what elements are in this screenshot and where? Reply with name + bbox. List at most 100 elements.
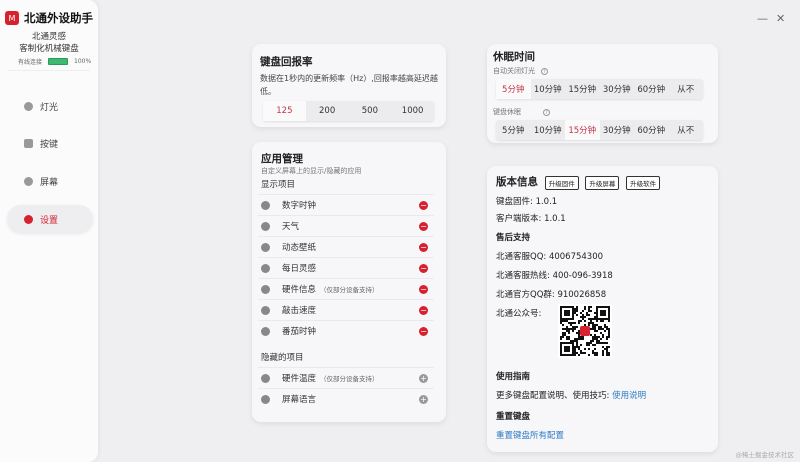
light-off-option[interactable]: 15分钟 (565, 79, 600, 99)
app-list-item: 硬件信息 （仅部分设备支持） − (258, 278, 434, 299)
app-icon (261, 263, 270, 273)
app-icon (261, 200, 270, 210)
app-label: 硬件温度 (282, 374, 317, 384)
app-label: 数字时钟 (282, 201, 317, 211)
hide-app-button[interactable]: − (419, 263, 428, 273)
report-rate-option[interactable]: 200 (306, 101, 349, 121)
sleep-card: 休眠时间 自动关闭灯光? 5分钟 10分钟 15分钟 30分钟 60分钟 从不 键盘休眠?… (487, 44, 718, 143)
battery-icon (48, 58, 69, 65)
app-list-item: 每日灵感 − (258, 257, 434, 278)
hide-app-button[interactable]: − (419, 200, 428, 210)
upgrade-software-button[interactable]: 升级软件 (626, 175, 661, 190)
label-text: 键盘休眠 (493, 108, 521, 116)
minimize-button[interactable]: — (757, 12, 768, 25)
app-label: 硬件信息 (282, 285, 317, 295)
qr-code-image (558, 304, 612, 358)
app-list-item: 屏幕语言 + (258, 388, 434, 409)
hide-app-button[interactable]: − (419, 326, 428, 336)
battery-level: 100% (74, 58, 92, 65)
report-rate-title: 键盘回报率 (260, 56, 313, 68)
report-rate-option[interactable]: 500 (349, 101, 392, 121)
divider (8, 70, 90, 71)
keyboard-sleep-selector: 5分钟 10分钟 15分钟 30分钟 60分钟 从不 (496, 120, 703, 140)
sidebar-item-lighting[interactable]: 灯光 (7, 92, 93, 120)
sidebar-item-label: 设置 (40, 215, 59, 226)
app-list-item: 天气 − (258, 215, 434, 236)
keyboard-sleep-option[interactable]: 60分钟 (634, 120, 669, 140)
app-note: （仅部分设备支持） (320, 286, 379, 294)
upgrade-screen-button[interactable]: 升级屏幕 (585, 175, 620, 190)
shown-section-title: 显示项目 (261, 180, 296, 190)
reset-link[interactable]: 重置键盘所有配置 (496, 429, 564, 441)
app-icon (261, 221, 270, 231)
hidden-section-title: 隐藏的项目 (261, 353, 304, 363)
wechat-label: 北通公众号: (496, 309, 542, 319)
support-hotline: 北通客服热线: 400-096-3918 (496, 271, 613, 281)
sidebar-item-label: 按键 (40, 139, 59, 150)
version-title: 版本信息 (496, 176, 538, 188)
app-list-item: 敲击速度 − (258, 299, 434, 320)
app-label: 每日灵感 (282, 264, 317, 274)
upgrade-firmware-button[interactable]: 升级固件 (544, 175, 579, 190)
app-icon (261, 326, 270, 336)
app-label: 动态壁纸 (282, 243, 317, 253)
sleep-title: 休眠时间 (493, 51, 535, 63)
light-off-option[interactable]: 5分钟 (496, 79, 531, 99)
light-off-option[interactable]: 10分钟 (531, 79, 566, 99)
report-rate-card: 键盘回报率 数据在1秒内的更新频率（Hz）,回报率越高延迟越低。 125 200 5… (252, 44, 446, 127)
app-management-title: 应用管理 (261, 153, 303, 165)
guide-title: 使用指南 (496, 372, 531, 382)
hide-app-button[interactable]: − (419, 242, 428, 252)
app-list-item: 番茄时钟 − (258, 320, 434, 341)
sidebar-item-settings[interactable]: 设置 (7, 205, 93, 233)
guide-link[interactable]: 使用说明 (612, 391, 646, 401)
device-model: 客制化机械键盘 (19, 44, 79, 54)
app-label: 敲击速度 (282, 306, 317, 316)
light-off-option[interactable]: 从不 (669, 79, 704, 99)
keyboard-sleep-label: 键盘休眠? (493, 107, 550, 117)
hide-app-button[interactable]: − (419, 221, 428, 231)
keyboard-sleep-option[interactable]: 5分钟 (496, 120, 531, 140)
app-list-item: 硬件温度 （仅部分设备支持） + (258, 367, 434, 388)
version-header: 版本信息 升级固件 升级屏幕 升级软件 (496, 174, 661, 190)
support-qq-group: 北通官方QQ群: 910026858 (496, 290, 607, 300)
support-qq: 北通客服QQ: 4006754300 (496, 252, 604, 262)
sidebar-item-screen[interactable]: 屏幕 (7, 167, 93, 195)
help-icon[interactable]: ? (541, 68, 548, 75)
report-rate-option[interactable]: 1000 (391, 101, 434, 121)
app-label: 番茄时钟 (282, 327, 317, 337)
logo-icon: M (5, 11, 19, 25)
app-logo: M 北通外设助手 (5, 10, 93, 26)
report-rate-selector: 125 200 500 1000 (263, 101, 434, 121)
report-rate-desc: 数据在1秒内的更新频率（Hz）,回报率越高延迟越低。 (260, 74, 438, 96)
app-icon (261, 373, 270, 383)
help-icon[interactable]: ? (543, 109, 550, 116)
sidebar-item-keys[interactable]: 按键 (7, 129, 93, 157)
app-icon (261, 394, 270, 404)
reset-title: 重置键盘 (496, 412, 531, 422)
firmware-version: 键盘固件: 1.0.1 (496, 197, 558, 207)
light-off-option[interactable]: 60分钟 (634, 79, 669, 99)
keyboard-sleep-option[interactable]: 30分钟 (600, 120, 635, 140)
keyboard-sleep-option[interactable]: 15分钟 (565, 120, 600, 140)
show-app-button[interactable]: + (419, 373, 428, 383)
report-rate-option[interactable]: 125 (263, 101, 306, 121)
keyboard-sleep-option[interactable]: 10分钟 (531, 120, 566, 140)
hide-app-button[interactable]: − (419, 305, 428, 315)
guide-text: 更多键盘配置说明、使用技巧: (496, 391, 610, 401)
client-version: 客户端版本: 1.0.1 (496, 214, 566, 224)
gear-icon (24, 214, 33, 224)
light-off-option[interactable]: 30分钟 (600, 79, 635, 99)
app-icon (261, 284, 270, 294)
device-name: 北通灵感 (31, 32, 66, 42)
app-icon (261, 242, 270, 252)
hide-app-button[interactable]: − (419, 284, 428, 294)
keyboard-sleep-option[interactable]: 从不 (669, 120, 704, 140)
app-management-card: 应用管理 自定义屏幕上的显示/隐藏的应用 显示项目 数字时钟 − 天气 − 动态壁纸 − 每… (252, 142, 446, 422)
show-app-button[interactable]: + (419, 394, 428, 404)
connection-status: 有线连接 100% (18, 57, 91, 66)
key-icon (24, 138, 33, 148)
close-button[interactable]: ✕ (776, 12, 785, 25)
app-title: 北通外设助手 (24, 11, 93, 25)
sidebar-item-label: 屏幕 (40, 177, 59, 188)
